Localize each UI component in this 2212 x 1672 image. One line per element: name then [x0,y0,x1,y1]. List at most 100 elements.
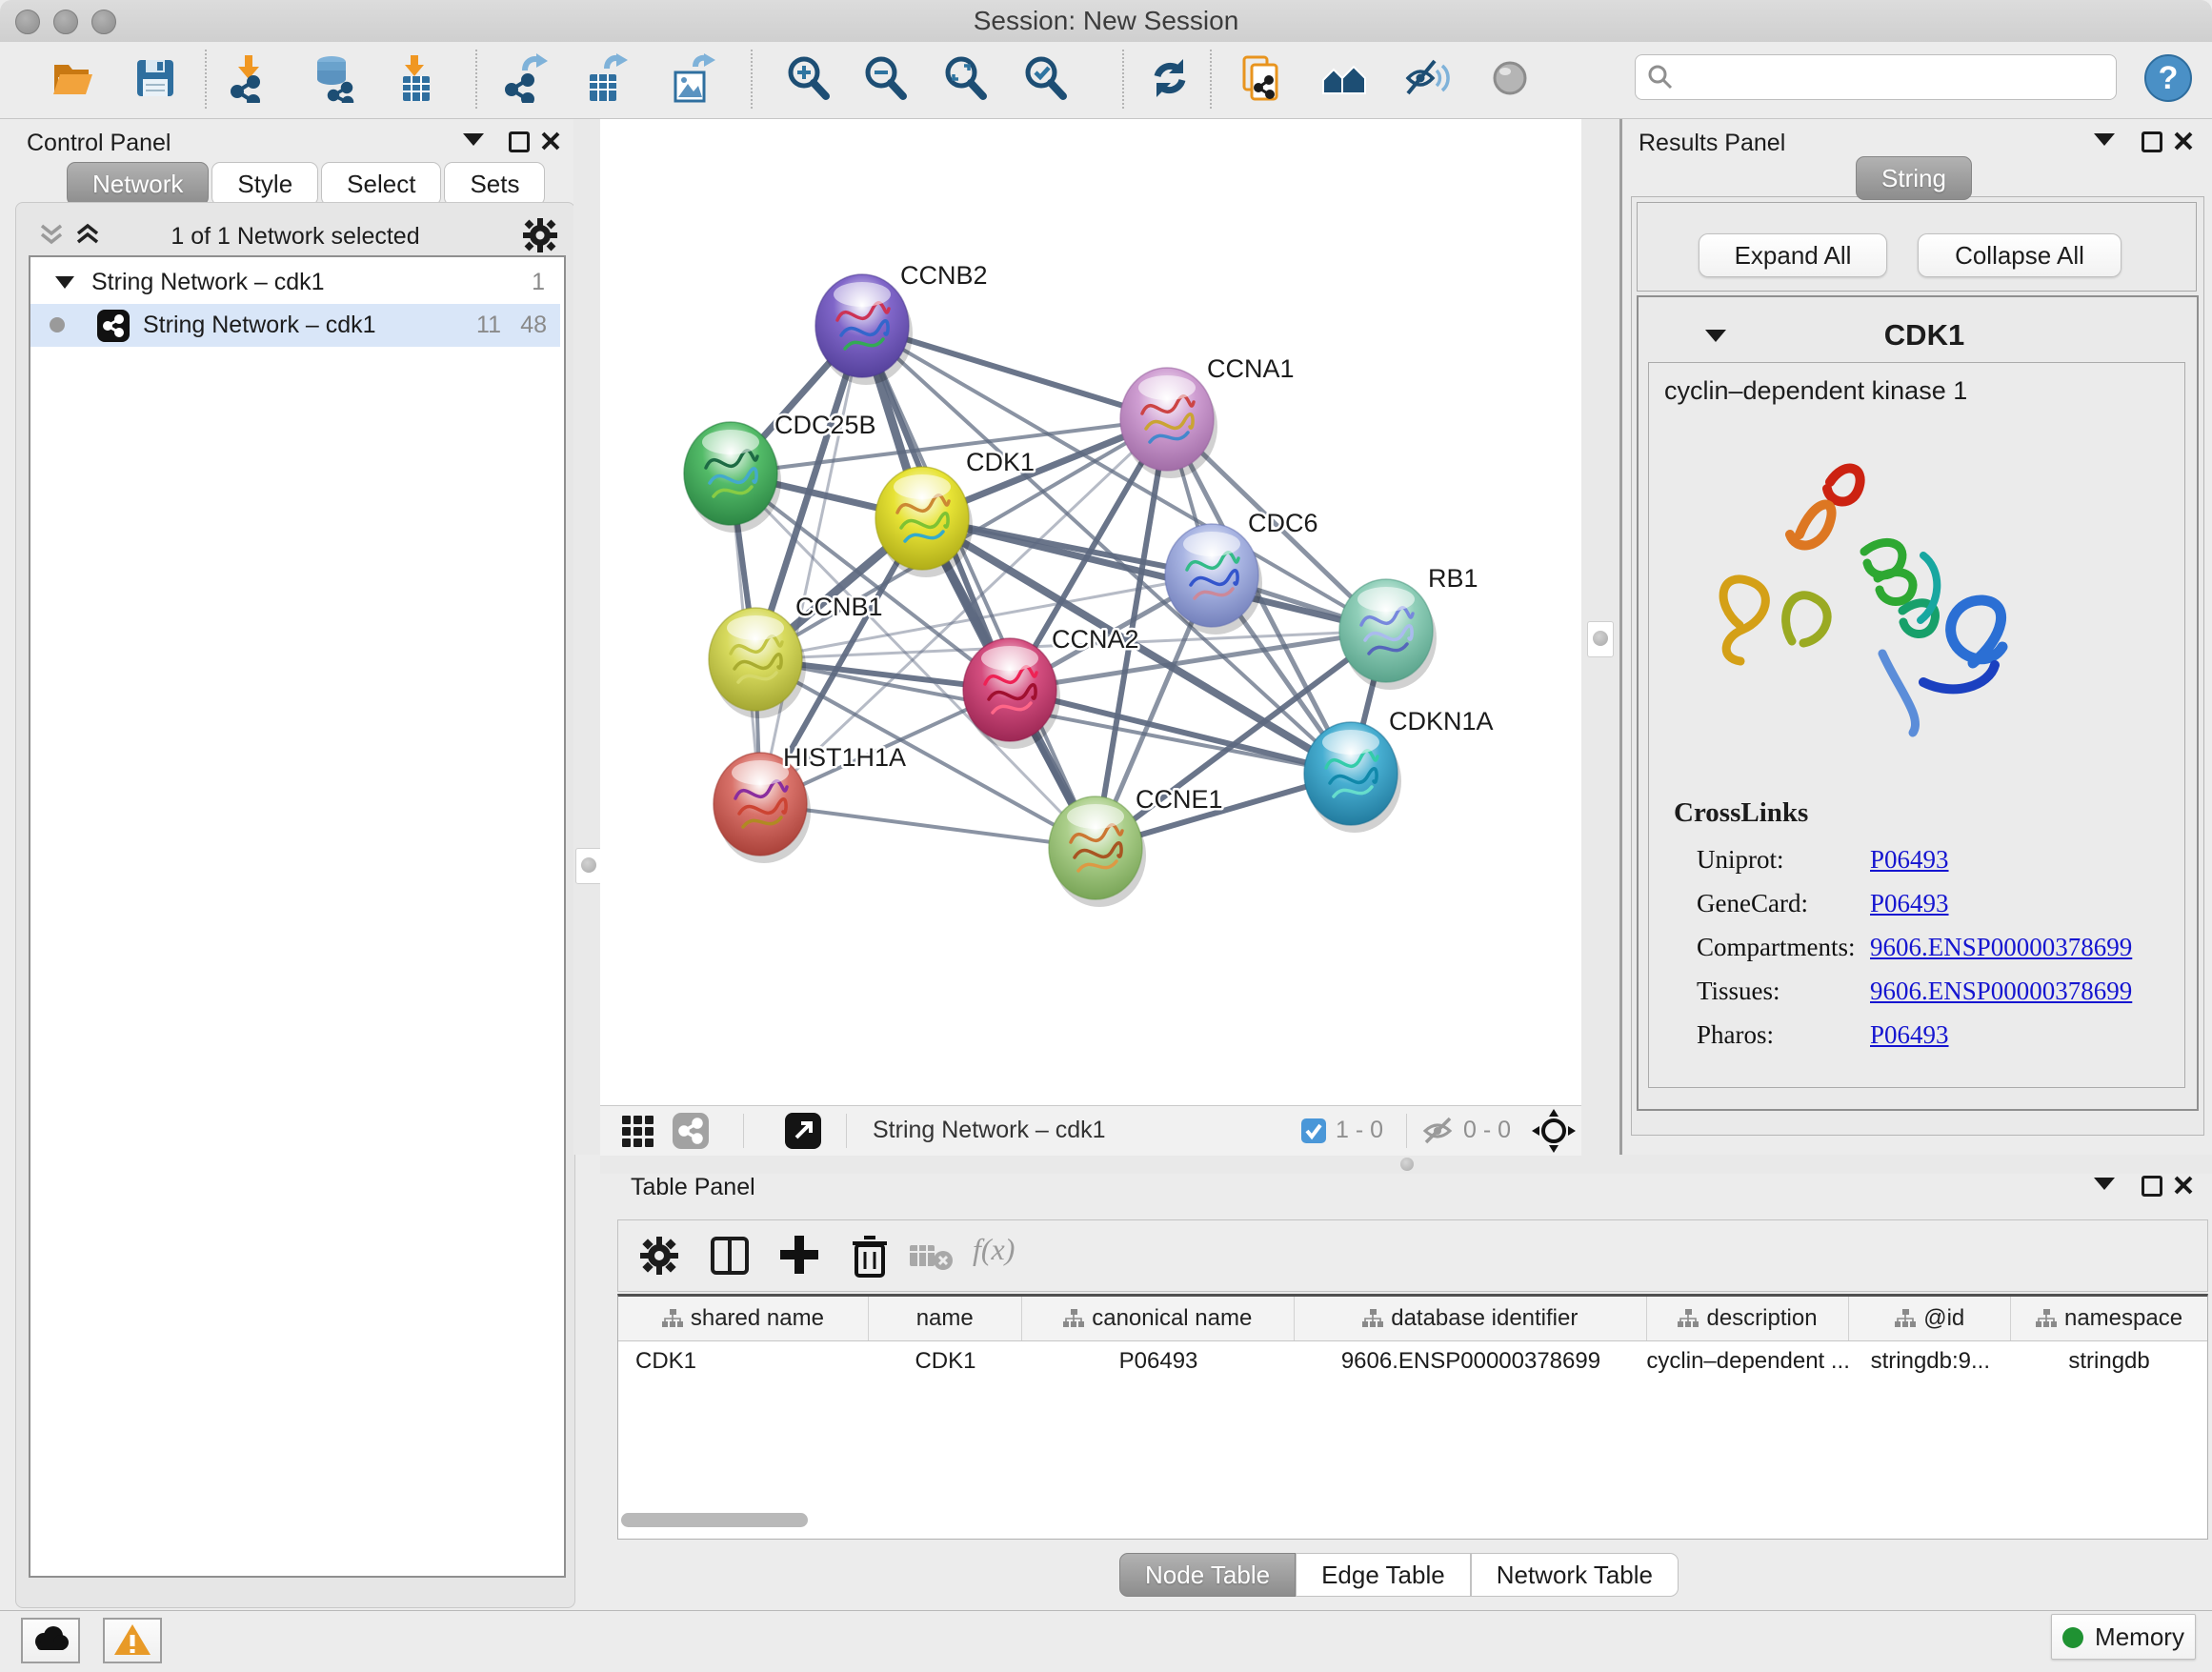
export-image-button[interactable] [667,53,716,103]
tab-style[interactable]: Style [211,162,318,206]
crosslink-compartments-link[interactable]: 9606.ENSP00000378699 [1870,933,2132,962]
expand-all-button[interactable]: Expand All [1699,233,1887,277]
network-row-selected[interactable]: String Network – cdk1 11 48 [30,304,560,347]
table-panel-collapse-icon[interactable] [2094,1178,2115,1190]
results-panel-collapse-icon[interactable] [2094,133,2115,146]
network-node-CDC25B[interactable]: CDC25B [684,411,876,533]
cdk1-collapse-icon[interactable] [1705,330,1726,342]
tree-expand-icon[interactable] [55,274,74,290]
crosslink-label: Uniprot: [1697,845,1784,875]
show-columns-icon[interactable] [710,1236,750,1276]
network-node-CCNE1[interactable]: CCNE1 [1049,785,1223,907]
grid-view-icon[interactable] [620,1114,654,1148]
import-table-button[interactable] [392,53,441,103]
network-status-dot [50,317,65,332]
network-node-CDK1[interactable]: CDK1 [875,448,1035,577]
tab-network[interactable]: Network [67,162,209,206]
results-panel-close-button[interactable] [2174,131,2193,151]
collapse-all-button[interactable]: Collapse All [1918,233,2122,277]
export-network-button[interactable] [500,53,550,103]
hide-panels-button[interactable] [1402,53,1452,103]
bottom-splitter[interactable] [600,1155,2212,1174]
cell-shared-name: CDK1 [618,1340,869,1382]
node-label: RB1 [1428,564,1478,593]
network-options-gear-icon[interactable] [522,217,558,253]
show-eye-button[interactable] [1485,53,1535,103]
birdseye-view-icon[interactable] [785,1113,821,1149]
crosslink-genecard-link[interactable]: P06493 [1870,889,1949,918]
network-node-HIST1H1A[interactable]: HIST1H1A [714,743,906,863]
tab-edge-table[interactable]: Edge Table [1296,1553,1471,1597]
left-splitter[interactable] [573,119,602,1155]
node-label: CDKN1A [1389,707,1494,735]
crosslink-label: Tissues: [1697,977,1780,1006]
import-network-from-database-button[interactable] [309,53,358,103]
table-gear-icon[interactable] [639,1236,679,1276]
network-node-CCNB2[interactable]: CCNB2 [815,261,988,385]
hidden-eye-icon[interactable] [1421,1116,1456,1146]
database-icon [309,53,358,103]
tab-network-table[interactable]: Network Table [1471,1553,1679,1597]
cell-name: CDK1 [869,1340,1022,1382]
column-header: database identifier [1295,1297,1647,1340]
network-node-CDC6[interactable]: CDC6 [1165,509,1318,635]
node-table[interactable]: shared name name canonical name database… [617,1294,2208,1540]
memory-button[interactable]: Memory [2051,1614,2196,1660]
crosslink-uniprot-link[interactable]: P06493 [1870,845,1949,875]
crosslink-tissues-link[interactable]: 9606.ENSP00000378699 [1870,977,2132,1006]
control-panel-close-button[interactable] [541,131,560,151]
expand-all-networks-icon[interactable] [74,223,107,248]
network-graph[interactable]: CCNB2CCNA1CDC25BCDK1CDC6RB1CCNB1CCNA2CDK… [600,119,1581,1105]
network-node-CDKN1A[interactable]: CDKN1A [1304,707,1494,833]
bottom-splitter-handle[interactable] [1400,1158,1414,1171]
crosslink-pharos-link[interactable]: P06493 [1870,1020,1949,1050]
zoom-selected-button[interactable] [1020,53,1070,103]
clone-network-button[interactable] [1237,53,1286,103]
help-button[interactable]: ? [2143,53,2193,103]
zoom-out-button[interactable] [860,53,910,103]
table-panel-float-button[interactable] [2142,1176,2162,1197]
crosshair-icon[interactable] [1532,1109,1576,1153]
zoom-fit-button[interactable] [940,53,990,103]
collapse-all-networks-icon[interactable] [38,223,70,248]
column-header: name [869,1297,1022,1340]
tab-string[interactable]: String [1856,156,1972,200]
cloud-icon [30,1625,71,1654]
control-panel-collapse-icon[interactable] [463,133,484,146]
zoom-selected-icon [1020,53,1070,103]
open-session-button[interactable] [47,53,96,103]
delete-column-icon[interactable] [851,1234,889,1278]
left-splitter-handle[interactable] [575,848,602,884]
network-collection-row[interactable]: String Network – cdk1 1 [30,261,560,304]
save-session-button[interactable] [131,53,180,103]
delete-table-icon [910,1241,954,1272]
refresh-view-button[interactable] [1145,53,1195,103]
node-label: CDC25B [774,411,876,439]
warnings-button[interactable] [103,1618,162,1663]
search-input[interactable] [1679,59,2102,93]
selected-checkbox-icon[interactable] [1301,1118,1326,1143]
export-table-button[interactable] [580,53,630,103]
network-selected-status: 1 of 1 Network selected [114,223,476,251]
toolbar-search[interactable] [1635,54,2117,100]
table-panel-close-button[interactable] [2174,1176,2193,1195]
cdk1-description: cyclin–dependent kinase 1 [1664,376,1967,406]
cloud-button[interactable] [21,1618,80,1663]
tab-select[interactable]: Select [321,162,441,206]
table-row[interactable]: CDK1 CDK1 P06493 9606.ENSP00000378699 cy… [618,1340,2207,1382]
tab-sets[interactable]: Sets [444,162,545,206]
tab-node-table[interactable]: Node Table [1119,1553,1296,1597]
table-horizontal-scrollbar[interactable] [621,1513,808,1527]
network-canvas[interactable]: CCNB2CCNA1CDC25BCDK1CDC6RB1CCNB1CCNA2CDK… [600,119,1581,1105]
hierarchy-icon [1063,1309,1084,1328]
add-column-icon[interactable] [778,1234,820,1276]
right-splitter[interactable] [1581,119,1619,1155]
network-node-RB1[interactable]: RB1 [1339,564,1478,690]
home-networks-button[interactable] [1319,53,1369,103]
import-network-button[interactable] [224,53,273,103]
right-splitter-handle[interactable] [1587,621,1614,657]
share-view-icon[interactable] [673,1113,709,1149]
results-panel-float-button[interactable] [2142,131,2162,152]
zoom-in-button[interactable] [783,53,833,103]
control-panel-float-button[interactable] [509,131,530,152]
